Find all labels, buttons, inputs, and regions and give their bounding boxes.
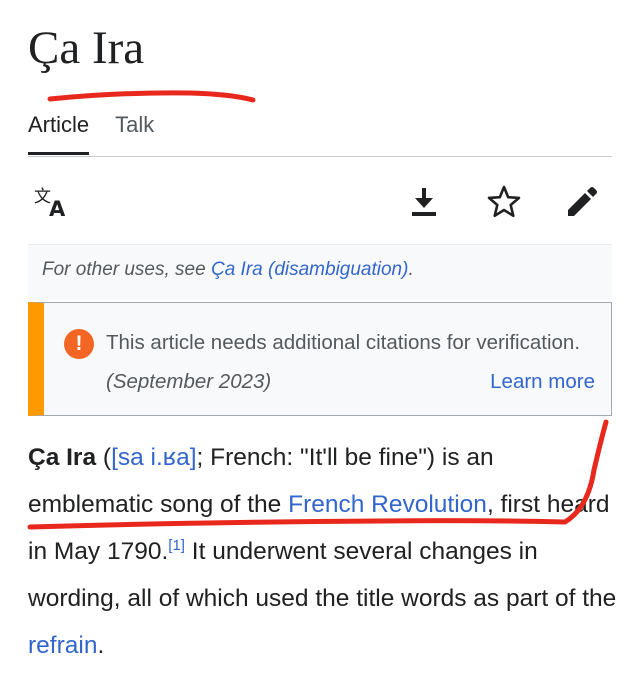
translate-icon[interactable]: 文 A [32,182,72,222]
refrain-link[interactable]: refrain [28,632,97,659]
article-term: Ça Ira [28,444,97,471]
hatnote-suffix: . [408,259,414,280]
citation-notice: ! This article needs additional citation… [28,302,612,416]
page-title: Ça Ira [28,22,145,74]
title-underline-mark [47,90,256,103]
edit-pencil-icon[interactable] [562,182,602,222]
hatnote: For other uses, see Ça Ira (disambiguati… [28,244,612,300]
article-lead-paragraph: Ça Ira ([sa i.ʁa]; French: "It'll be fin… [28,434,618,669]
tab-article[interactable]: Article [28,110,90,155]
tabs-divider [28,156,612,157]
notice-date: (September 2023) [106,370,272,393]
reference-link[interactable]: [1] [168,537,185,554]
tab-bar: Article Talk [28,110,180,155]
page-actions-toolbar: 文 A [28,176,612,228]
body-text-end: . [97,632,105,659]
learn-more-link[interactable]: Learn more [490,362,595,401]
star-icon[interactable] [484,182,524,222]
french-revolution-link[interactable]: French Revolution [288,491,487,518]
download-icon[interactable] [404,182,444,222]
disambiguation-link[interactable]: Ça Ira (disambiguation) [211,259,408,280]
warning-icon: ! [64,329,94,359]
svg-text:A: A [49,197,66,219]
paren-text: ( [96,444,112,471]
hatnote-prefix: For other uses, see [42,259,211,280]
ipa-link[interactable]: [sa i.ʁa] [111,444,196,471]
tab-talk[interactable]: Talk [115,110,154,155]
notice-message: This article needs additional citations … [106,331,581,354]
